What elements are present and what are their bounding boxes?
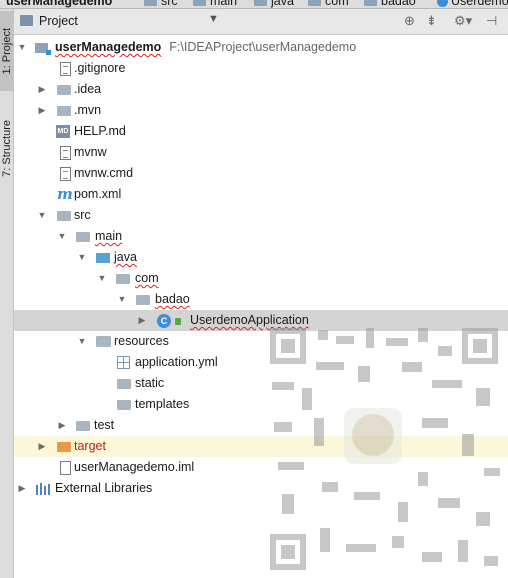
tree-row-pom[interactable]: m pom.xml bbox=[14, 184, 508, 205]
package-label: com bbox=[135, 271, 159, 285]
folder-icon bbox=[57, 85, 71, 95]
navigation-breadcrumb: userManagedemo src main java com badao U… bbox=[0, 0, 508, 9]
folder-label: templates bbox=[135, 397, 190, 411]
collapsed-arrow-icon[interactable]: ▶ bbox=[17, 483, 27, 493]
package-icon bbox=[136, 295, 150, 305]
class-icon bbox=[437, 0, 448, 8]
hide-icon[interactable]: ⊣ bbox=[486, 13, 497, 29]
expanded-arrow-icon[interactable]: ▼ bbox=[17, 42, 27, 52]
module-folder-icon bbox=[35, 43, 51, 55]
folder-icon bbox=[254, 0, 267, 7]
folder-label: main bbox=[95, 229, 123, 243]
folder-label: .mvn bbox=[74, 103, 102, 117]
breadcrumb-main[interactable]: main bbox=[193, 0, 237, 8]
file-label: .gitignore bbox=[74, 61, 126, 75]
module-file-icon bbox=[60, 461, 71, 475]
project-path: F:\IDEAProject\userManagedemo bbox=[169, 40, 357, 54]
folder-icon bbox=[193, 0, 206, 7]
file-label: userManagedemo.iml bbox=[74, 460, 195, 474]
project-tool-tab[interactable]: 1: Project bbox=[0, 11, 13, 91]
source-folder-icon bbox=[96, 253, 110, 263]
folder-label: target bbox=[74, 439, 106, 453]
qr-center-logo bbox=[344, 408, 402, 464]
file-icon bbox=[60, 167, 71, 181]
tool-window-strip: 1: Project 7: Structure bbox=[0, 9, 14, 578]
file-label: HELP.md bbox=[74, 124, 126, 138]
package-label: badao bbox=[155, 292, 190, 306]
folder-icon bbox=[76, 232, 90, 242]
target-icon[interactable]: ⊕ bbox=[404, 13, 415, 29]
tree-row-java[interactable]: ▼ java bbox=[14, 247, 508, 268]
collapse-all-icon[interactable]: ⇟ bbox=[426, 13, 437, 29]
package-icon bbox=[116, 274, 130, 284]
tree-row-gitignore[interactable]: .gitignore bbox=[14, 58, 508, 79]
folder-icon bbox=[117, 379, 131, 389]
collapsed-arrow-icon[interactable]: ▶ bbox=[37, 441, 47, 451]
expanded-arrow-icon[interactable]: ▼ bbox=[117, 294, 127, 304]
folder-icon bbox=[117, 400, 131, 410]
expanded-arrow-icon[interactable]: ▼ bbox=[57, 231, 67, 241]
folder-icon bbox=[57, 106, 71, 116]
expanded-arrow-icon[interactable]: ▼ bbox=[37, 210, 47, 220]
collapsed-arrow-icon[interactable]: ▶ bbox=[137, 315, 147, 325]
tree-row-src[interactable]: ▼ src bbox=[14, 205, 508, 226]
folder-label: src bbox=[74, 208, 91, 222]
project-panel-header: Project ▼ ⊕ ⇟ ⚙▾ ⊣ bbox=[14, 9, 508, 35]
folder-label: static bbox=[135, 376, 165, 390]
breadcrumb-project[interactable]: userManagedemo bbox=[6, 0, 112, 8]
breadcrumb-class[interactable]: Userdemo bbox=[437, 0, 508, 8]
maven-icon: m bbox=[57, 185, 73, 203]
file-icon bbox=[60, 62, 71, 76]
tree-row-main[interactable]: ▼ main bbox=[14, 226, 508, 247]
expanded-arrow-icon[interactable]: ▼ bbox=[77, 252, 87, 262]
collapsed-arrow-icon[interactable]: ▶ bbox=[37, 105, 47, 115]
folder-icon bbox=[364, 0, 377, 7]
markdown-icon: MD bbox=[56, 125, 70, 138]
folder-icon bbox=[144, 0, 157, 7]
collapsed-arrow-icon[interactable]: ▶ bbox=[37, 84, 47, 94]
tree-row-idea[interactable]: ▶ .idea bbox=[14, 79, 508, 100]
yaml-file-icon bbox=[117, 356, 130, 369]
spring-boot-icon bbox=[175, 318, 181, 325]
excluded-folder-icon bbox=[57, 442, 71, 452]
qr-code-watermark bbox=[262, 322, 508, 578]
collapsed-arrow-icon[interactable]: ▶ bbox=[57, 420, 67, 430]
expanded-arrow-icon[interactable]: ▼ bbox=[77, 336, 87, 346]
tree-row-badao[interactable]: ▼ badao bbox=[14, 289, 508, 310]
resources-folder-icon bbox=[96, 336, 111, 347]
project-view-selector[interactable]: Project bbox=[39, 14, 78, 28]
breadcrumb-com[interactable]: com bbox=[308, 0, 349, 8]
chevron-down-icon[interactable]: ▼ bbox=[208, 13, 219, 25]
tree-row-root[interactable]: ▼ userManagedemo F:\IDEAProject\userManag… bbox=[14, 37, 508, 58]
project-view-icon bbox=[20, 15, 33, 26]
tree-row-mvnw[interactable]: mvnw bbox=[14, 142, 508, 163]
breadcrumb-java[interactable]: java bbox=[254, 0, 294, 8]
file-label: application.yml bbox=[135, 355, 218, 369]
folder-icon bbox=[57, 211, 71, 221]
project-name: userManagedemo bbox=[55, 40, 162, 54]
file-label: mvnw bbox=[74, 145, 107, 159]
file-label: mvnw.cmd bbox=[74, 166, 134, 180]
folder-icon bbox=[308, 0, 321, 7]
structure-tool-tab[interactable]: 7: Structure bbox=[0, 109, 13, 187]
class-icon: C bbox=[157, 314, 171, 328]
folder-label: java bbox=[114, 250, 137, 264]
expanded-arrow-icon[interactable]: ▼ bbox=[97, 273, 107, 283]
breadcrumb-src[interactable]: src bbox=[144, 0, 178, 8]
folder-label: test bbox=[94, 418, 115, 432]
folder-icon bbox=[76, 421, 90, 431]
tree-row-help[interactable]: MD HELP.md bbox=[14, 121, 508, 142]
file-label: pom.xml bbox=[74, 187, 122, 201]
folder-label: External Libraries bbox=[55, 481, 153, 495]
folder-label: resources bbox=[114, 334, 169, 348]
folder-label: .idea bbox=[74, 82, 102, 96]
tree-row-mvn[interactable]: ▶ .mvn bbox=[14, 100, 508, 121]
tree-row-mvnw-cmd[interactable]: mvnw.cmd bbox=[14, 163, 508, 184]
breadcrumb-badao[interactable]: badao bbox=[364, 0, 416, 8]
settings-icon[interactable]: ⚙▾ bbox=[454, 13, 472, 29]
file-icon bbox=[60, 146, 71, 160]
tree-row-com[interactable]: ▼ com bbox=[14, 268, 508, 289]
libraries-icon bbox=[36, 483, 51, 495]
